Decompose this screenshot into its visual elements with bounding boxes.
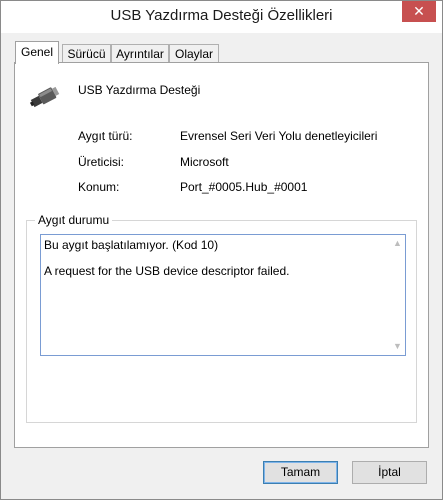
device-status-group: Aygıt durumu Bu aygıt başlatılamıyor. (K… — [26, 213, 417, 423]
properties-dialog: USB Yazdırma Desteği Özellikleri ✕ Genel… — [0, 0, 443, 500]
tab-general[interactable]: Genel — [15, 41, 59, 64]
tab-driver[interactable]: Sürücü — [62, 44, 111, 62]
title-bar: USB Yazdırma Desteği Özellikleri ✕ — [1, 1, 442, 33]
status-scrollbar[interactable]: ▲ ▼ — [390, 235, 405, 355]
device-type-value: Evrensel Seri Veri Yolu denetleyicileri — [180, 129, 378, 143]
status-line: Bu aygıt başlatılamıyor. (Kod 10) — [44, 238, 219, 252]
usb-plug-icon — [29, 83, 61, 114]
scroll-up-icon[interactable]: ▲ — [393, 239, 402, 248]
general-tab-panel: USB Yazdırma Desteği Aygıt türü: Evrense… — [14, 62, 429, 448]
manufacturer-label: Üreticisi: — [78, 155, 125, 169]
device-name: USB Yazdırma Desteği — [78, 83, 201, 97]
location-label: Konum: — [78, 180, 120, 194]
close-button[interactable]: ✕ — [402, 1, 436, 22]
scroll-down-icon[interactable]: ▼ — [393, 342, 402, 351]
window-title: USB Yazdırma Desteği Özellikleri — [110, 7, 333, 24]
cancel-button[interactable]: İptal — [352, 461, 427, 484]
device-type-label: Aygıt türü: — [78, 129, 133, 143]
device-status-textbox[interactable]: Bu aygıt başlatılamıyor. (Kod 10) A requ… — [40, 234, 406, 356]
tab-details[interactable]: Ayrıntılar — [111, 44, 169, 62]
manufacturer-value: Microsoft — [180, 155, 229, 169]
ok-button[interactable]: Tamam — [263, 461, 338, 484]
tab-events[interactable]: Olaylar — [169, 44, 219, 62]
status-line: A request for the USB device descriptor … — [44, 264, 290, 278]
device-status-legend: Aygıt durumu — [35, 213, 113, 227]
location-value: Port_#0005.Hub_#0001 — [180, 180, 308, 194]
